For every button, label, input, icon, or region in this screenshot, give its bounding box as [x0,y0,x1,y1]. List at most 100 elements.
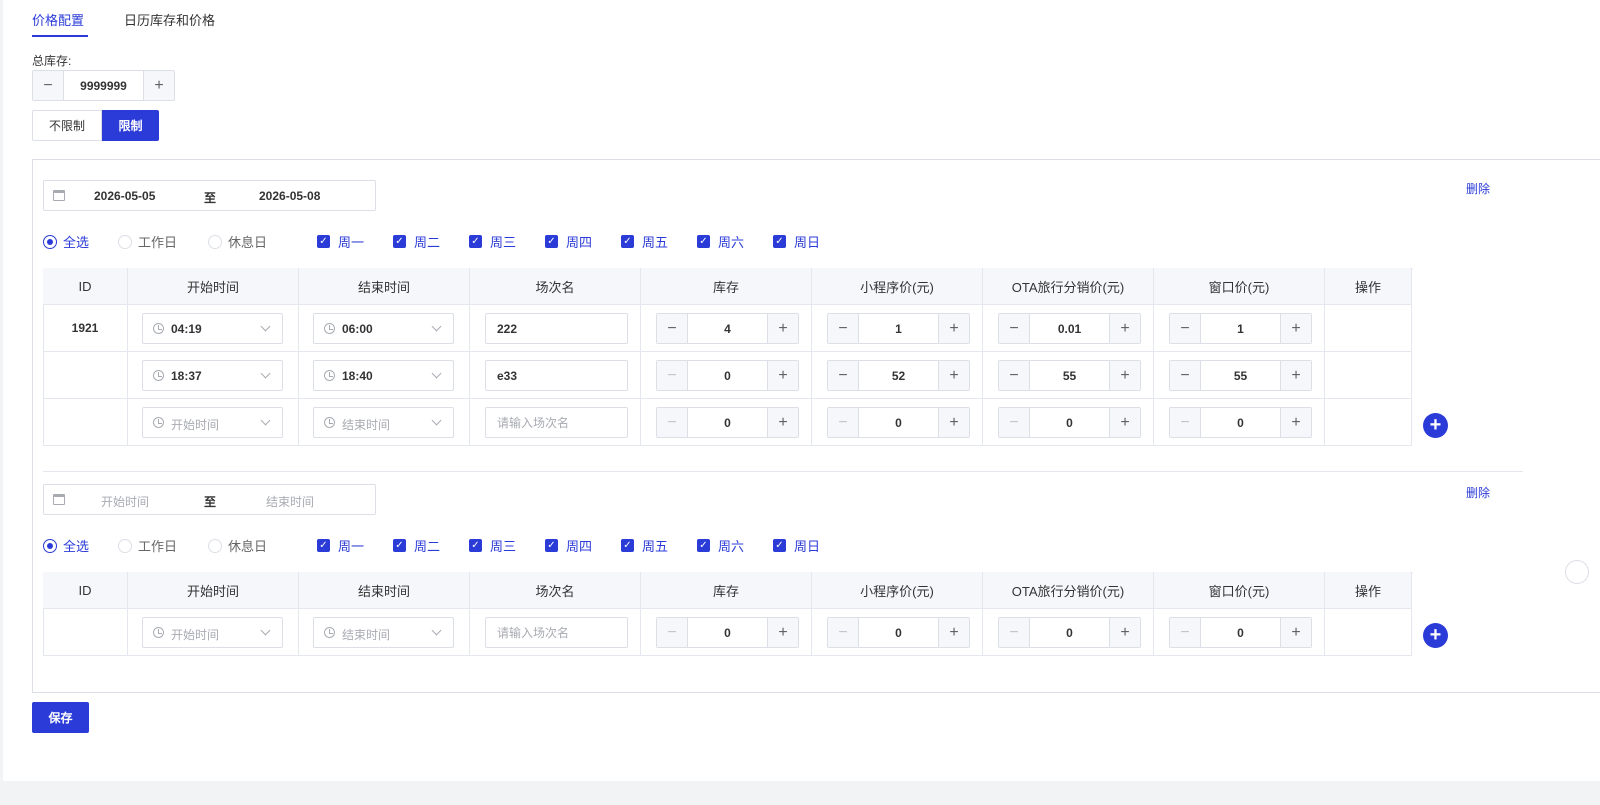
mini-price-decrement-button[interactable]: − [828,314,859,343]
ota-price-increment-button[interactable]: + [1109,408,1140,437]
radio-all[interactable]: 全选 [43,536,89,555]
window-price-increment-button[interactable]: + [1280,314,1311,343]
session-name-input[interactable]: 请输入场次名 [485,617,628,648]
mini-price-increment-button[interactable]: + [938,361,969,390]
total-stock-increment-button[interactable]: + [143,71,174,100]
ota-price-value[interactable]: 55 [1030,361,1109,390]
plus-circle-icon[interactable]: + [1423,623,1448,648]
day-checkbox-6[interactable]: ✓ 周六 [697,536,744,555]
stock-value[interactable]: 0 [688,618,767,647]
stock-increment-button[interactable]: + [767,314,798,343]
ota-price-increment-button[interactable]: + [1109,314,1140,343]
stock-decrement-button[interactable]: − [657,408,688,437]
day-checkbox-2[interactable]: ✓ 周二 [393,232,440,251]
stock-increment-button[interactable]: + [767,408,798,437]
save-button[interactable]: 保存 [32,702,89,733]
day-checkbox-3[interactable]: ✓ 周三 [469,536,516,555]
plus-circle-icon[interactable]: + [1423,413,1448,438]
start-time-select[interactable]: 18:37 [142,360,283,391]
window-price-decrement-button[interactable]: − [1170,408,1201,437]
scroll-handle[interactable] [1565,560,1589,584]
mini-price-value[interactable]: 1 [859,314,938,343]
ota-price-decrement-button[interactable]: − [999,361,1030,390]
day-checkbox-2[interactable]: ✓ 周二 [393,536,440,555]
ota-price-value[interactable]: 0 [1030,618,1109,647]
stock-decrement-button[interactable]: − [657,361,688,390]
day-checkbox-5[interactable]: ✓ 周五 [621,536,668,555]
day-checkbox-1[interactable]: ✓ 周一 [317,536,364,555]
column-header: 开始时间 [128,572,299,609]
ota-price-increment-button[interactable]: + [1109,361,1140,390]
mini-price-decrement-button[interactable]: − [828,408,859,437]
day-checkbox-5[interactable]: ✓ 周五 [621,232,668,251]
window-price-decrement-button[interactable]: − [1170,618,1201,647]
mini-price-increment-button[interactable]: + [938,618,969,647]
ota-price-decrement-button[interactable]: − [999,314,1030,343]
day-checkbox-7[interactable]: ✓ 周日 [773,536,820,555]
window-price-increment-button[interactable]: + [1280,618,1311,647]
tab-price-config[interactable]: 价格配置 [32,10,84,29]
window-price-value[interactable]: 0 [1201,618,1280,647]
day-checkbox-3[interactable]: ✓ 周三 [469,232,516,251]
radio-restday[interactable]: 休息日 [208,536,267,555]
ota-price-increment-button[interactable]: + [1109,618,1140,647]
mini-price-decrement-button[interactable]: − [828,361,859,390]
window-price-value[interactable]: 0 [1201,408,1280,437]
window-price-value[interactable]: 55 [1201,361,1280,390]
end-time-select[interactable]: 结束时间 [313,407,454,438]
date-range-picker[interactable]: 2026-05-05 至 2026-05-08 [43,180,376,211]
delete-block-link[interactable]: 删除 [1466,180,1490,197]
window-price-decrement-button[interactable]: − [1170,361,1201,390]
stock-decrement-button[interactable]: − [657,314,688,343]
day-checkbox-1[interactable]: ✓ 周一 [317,232,364,251]
end-time-select[interactable]: 结束时间 [313,617,454,648]
day-checkbox-7[interactable]: ✓ 周日 [773,232,820,251]
start-time-select[interactable]: 04:19 [142,313,283,344]
stock-value[interactable]: 0 [688,361,767,390]
start-time-select[interactable]: 开始时间 [142,617,283,648]
stock-value[interactable]: 0 [688,408,767,437]
tab-calendar-stock-price[interactable]: 日历库存和价格 [124,10,215,29]
session-name-input[interactable]: 222 [485,313,628,344]
radio-workday[interactable]: 工作日 [118,536,177,555]
ota-price-decrement-button[interactable]: − [999,618,1030,647]
day-label: 周二 [414,539,441,554]
limit-option[interactable]: 限制 [102,110,159,141]
no-limit-option[interactable]: 不限制 [32,110,102,141]
mini-price-value[interactable]: 0 [859,618,938,647]
end-time-select[interactable]: 18:40 [313,360,454,391]
day-checkbox-4[interactable]: ✓ 周四 [545,232,592,251]
ota-price-value[interactable]: 0 [1030,408,1109,437]
radio-restday[interactable]: 休息日 [208,232,267,251]
radio-circle [43,538,57,553]
radio-all[interactable]: 全选 [43,232,89,251]
mini-price-value[interactable]: 0 [859,408,938,437]
radio-label: 工作日 [138,539,178,554]
stock-value[interactable]: 4 [688,314,767,343]
end-time-select[interactable]: 06:00 [313,313,454,344]
window-price-decrement-button[interactable]: − [1170,314,1201,343]
window-price-value[interactable]: 1 [1201,314,1280,343]
ota-price-decrement-button[interactable]: − [999,408,1030,437]
window-price-increment-button[interactable]: + [1280,361,1311,390]
start-time-select[interactable]: 开始时间 [142,407,283,438]
total-stock-value[interactable]: 9999999 [64,71,143,100]
mini-price-increment-button[interactable]: + [938,314,969,343]
delete-block-link[interactable]: 删除 [1466,484,1490,501]
day-checkbox-4[interactable]: ✓ 周四 [545,536,592,555]
stock-increment-button[interactable]: + [767,618,798,647]
session-name-input[interactable]: e33 [485,360,628,391]
ota-price-value[interactable]: 0.01 [1030,314,1109,343]
stock-decrement-button[interactable]: − [657,618,688,647]
session-name-input[interactable]: 请输入场次名 [485,407,628,438]
stock-increment-button[interactable]: + [767,361,798,390]
mini-price-decrement-button[interactable]: − [828,618,859,647]
total-stock-decrement-button[interactable]: − [33,71,64,100]
day-checkbox-6[interactable]: ✓ 周六 [697,232,744,251]
radio-workday[interactable]: 工作日 [118,232,177,251]
mini-price-value[interactable]: 52 [859,361,938,390]
date-range-picker[interactable]: 开始时间 至 结束时间 [43,484,376,515]
mini-price-increment-button[interactable]: + [938,408,969,437]
window-price-increment-button[interactable]: + [1280,408,1311,437]
ota-price-stepper: −0 + [998,617,1141,648]
